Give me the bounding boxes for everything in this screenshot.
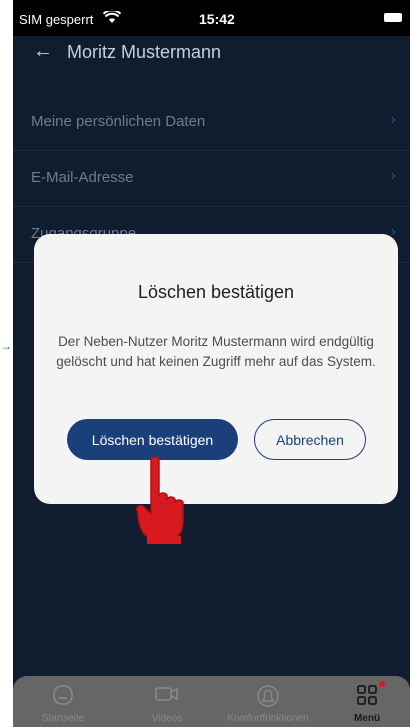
menu-item-label: E-Mail-Adresse [31, 169, 134, 186]
confirm-delete-button[interactable]: Löschen bestätigen [67, 419, 238, 460]
battery-icon [384, 13, 402, 22]
tab-menu[interactable]: Menü [333, 676, 401, 727]
home-icon [52, 684, 74, 711]
video-camera-icon [154, 684, 180, 709]
tab-label: Startseite [41, 713, 85, 724]
tab-label: Videos [151, 713, 183, 724]
hand-pointer-icon [133, 456, 197, 544]
menu-item-personal-data[interactable]: Meine persönlichen Daten › [13, 95, 410, 151]
tab-videos[interactable]: Videos [125, 676, 209, 727]
confirm-delete-dialog: Löschen bestätigen Der Neben-Nutzer Mori… [34, 234, 398, 504]
bell-icon [256, 684, 280, 713]
grid-menu-icon [356, 684, 378, 711]
arrow-right-icon: → [0, 339, 12, 353]
menu-item-label: Meine persönlichen Daten [31, 113, 206, 130]
tab-komfortfunktionen[interactable]: Komfortfunktionen [218, 676, 318, 727]
dialog-title: Löschen bestätigen [137, 282, 295, 302]
app-bar: ← Moritz Mustermann [13, 36, 410, 76]
cancel-button[interactable]: Abbrechen [254, 419, 366, 460]
tab-label: Komfortfunktionen [227, 713, 309, 724]
chevron-right-icon: › [390, 167, 396, 184]
tab-startseite[interactable]: Startseite [21, 676, 105, 727]
back-arrow-icon[interactable]: ← [33, 40, 53, 63]
status-bar: SIM gesperrt 15:42 [13, 0, 410, 36]
clock: 15:42 [199, 11, 235, 27]
dialog-message: Der Neben-Nutzer Moritz Mustermann wird … [56, 334, 376, 369]
menu-item-email[interactable]: E-Mail-Adresse › [13, 151, 410, 207]
tab-bar: Startseite Videos Komfortfunktionen Menü [13, 676, 410, 727]
page-title: Moritz Mustermann [67, 42, 222, 62]
chevron-right-icon: › [390, 111, 396, 128]
notification-dot [379, 681, 385, 687]
carrier-label: SIM gesperrt [19, 12, 94, 27]
wifi-icon [102, 9, 122, 27]
tab-label: Menü [353, 713, 381, 724]
